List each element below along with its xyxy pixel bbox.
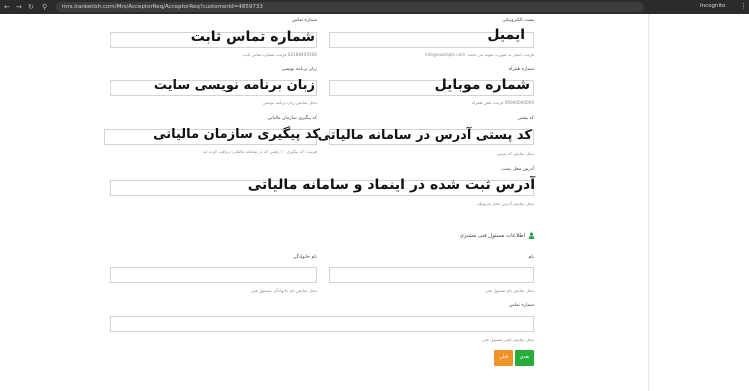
tech-phone-label: شماره تماس bbox=[509, 303, 534, 308]
mobile-value: شماره موبایل bbox=[434, 77, 530, 93]
address-bar[interactable]: mrs.iranketish.com/Mrs/AcceptorReq/Accep… bbox=[56, 2, 644, 12]
menu-icon[interactable]: ⋮ bbox=[740, 2, 747, 10]
email-label: پست الکترونیکی bbox=[502, 18, 534, 23]
tax-hint: فرمت: کد پیگیری ۱۰ رقمی که در سامانه مال… bbox=[202, 149, 317, 154]
tech-phone-input[interactable] bbox=[110, 316, 534, 332]
site-info-icon[interactable]: ⚲ bbox=[42, 3, 47, 11]
last-name-hint: محل نمایش نام خانوادگی مسئول فنی bbox=[250, 288, 317, 293]
phone-hint: 02188445566 فرمت شماره تماس ثابت bbox=[242, 52, 317, 57]
first-name-hint: محل نمایش نام مسئول فنی bbox=[484, 288, 534, 293]
postal-value: کد پستی آدرس در سامانه مالیاتی bbox=[317, 128, 532, 143]
email-hint: فرمت ایمیل به صورت نمونه می باشد: info@e… bbox=[424, 52, 534, 57]
last-name-input[interactable] bbox=[110, 267, 317, 283]
address-hint: محل نمایش آدرس محل مربوطه bbox=[477, 201, 534, 206]
mobile-label: شماره همراه bbox=[508, 67, 534, 72]
reload-icon[interactable]: ↻ bbox=[28, 3, 34, 11]
back-icon[interactable]: ← bbox=[4, 3, 10, 11]
phone-value: شماره تماس ثابت bbox=[190, 29, 315, 45]
user-icon bbox=[528, 232, 535, 239]
mobile-hint: 09000000000 فرمت تلفن همراه bbox=[471, 100, 534, 105]
sidebar-divider bbox=[648, 14, 649, 391]
prev-button[interactable]: قبلی bbox=[494, 350, 513, 366]
last-name-label: نام خانوادگی bbox=[292, 255, 317, 260]
browser-toolbar: ← → ↻ ⚲ mrs.iranketish.com/Mrs/AcceptorR… bbox=[0, 0, 749, 14]
lang-hint: محل نمایش زبان برنامه نویسی bbox=[262, 100, 317, 105]
first-name-label: نام bbox=[528, 255, 534, 260]
incognito-label: Incognito bbox=[700, 3, 726, 9]
first-name-input[interactable] bbox=[329, 267, 534, 283]
tech-section-title: اطلاعات مسئول فنی مشتری bbox=[459, 233, 525, 239]
lang-label: زبان برنامه نویسی bbox=[281, 67, 317, 72]
tech-phone-hint: محل نمایش تلفن مسئول فنی bbox=[482, 337, 534, 342]
email-value: ایمیل bbox=[487, 27, 525, 43]
next-button[interactable]: بعدی bbox=[515, 350, 534, 366]
lang-value: زبان برنامه نویسی سایت bbox=[153, 78, 315, 93]
address-label: آدرس محل نصب bbox=[501, 167, 534, 172]
postal-label: کد پستی bbox=[517, 116, 534, 121]
tax-label: کد پیگیری سازمان مالیاتی bbox=[267, 116, 317, 121]
tax-value: کد پیگیری سازمان مالیاتی bbox=[153, 127, 320, 142]
address-value: آدرس ثبت شده در اینماد و سامانه مالیاتی bbox=[247, 177, 535, 193]
forward-icon[interactable]: → bbox=[16, 3, 22, 11]
postal-hint: محل نمایش کد پستی bbox=[496, 151, 534, 156]
phone-label: شماره تماس bbox=[292, 18, 317, 23]
url-text: mrs.iranketish.com/Mrs/AcceptorReq/Accep… bbox=[62, 3, 263, 10]
